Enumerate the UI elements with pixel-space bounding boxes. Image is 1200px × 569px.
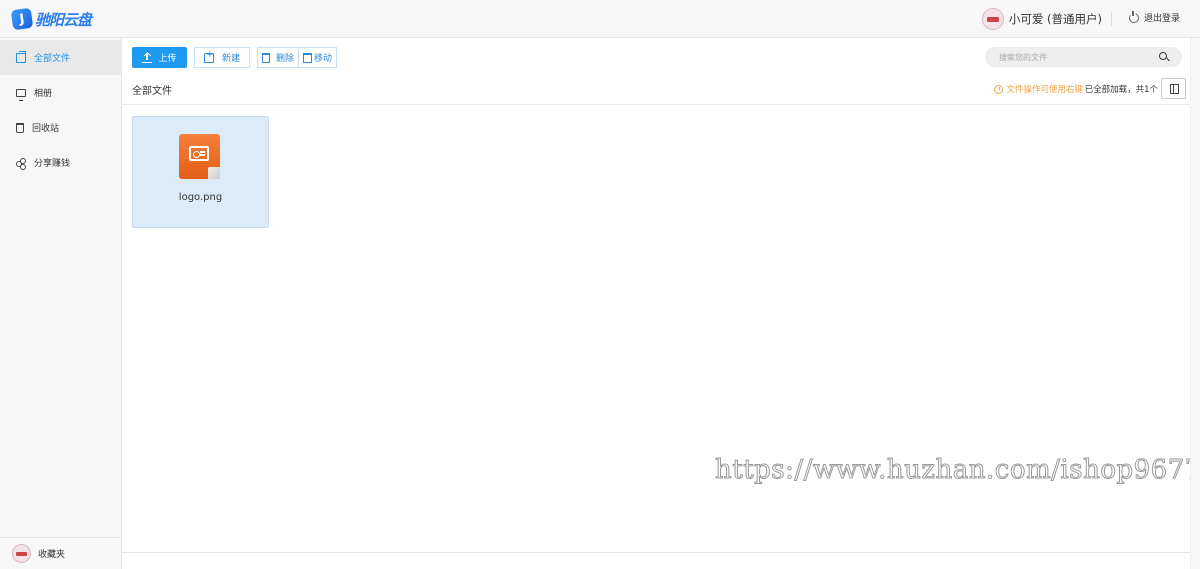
logout-button[interactable]: 退出登录 (1128, 10, 1180, 24)
avatar[interactable] (981, 8, 1004, 30)
view-toggle-button[interactable] (1161, 78, 1186, 99)
power-icon (1128, 10, 1139, 23)
sidebar-item-label: 分享赚钱 (34, 159, 71, 169)
sidebar: 全部文件 相册 回收站 分享赚钱 收藏夹 (0, 38, 122, 569)
file-name: logo.png (178, 192, 223, 203)
app-logo[interactable]: J 驰阳云盘 (10, 7, 92, 31)
logout-label: 退出登录 (1143, 14, 1180, 24)
toolbar: 上传 新建 删除 移动 (132, 47, 338, 68)
search-box (985, 47, 1182, 67)
user-menu[interactable]: 小可爱 (普通用户) (981, 8, 1102, 30)
move-icon (303, 52, 313, 63)
logo-text: 驰阳云盘 (35, 10, 92, 29)
watermark: https://www.huzhan.com/ishop9677 (715, 455, 1200, 486)
sidebar-item-label: 全部文件 (34, 54, 71, 64)
new-label: 新建 (222, 54, 241, 64)
move-label: 移动 (314, 54, 333, 64)
file-action-group: 删除 移动 (257, 47, 338, 68)
user-name[interactable]: 小可爱 (普通用户) (1009, 11, 1102, 27)
sidebar-item-all-files[interactable]: 全部文件 (0, 40, 122, 75)
right-click-hint: 文件操作可使用右键 (994, 83, 1083, 95)
trash-icon (16, 122, 24, 133)
move-button[interactable]: 移动 (299, 47, 338, 68)
footer-divider (122, 552, 1200, 553)
scrollbar[interactable] (1190, 38, 1200, 569)
file-item[interactable]: logo.png (132, 116, 269, 228)
upload-icon (142, 52, 153, 63)
favorites-avatar (12, 544, 31, 563)
upload-button[interactable]: 上传 (132, 47, 187, 68)
search-icon[interactable] (1159, 52, 1167, 60)
favorites-button[interactable]: 收藏夹 (0, 537, 122, 569)
sidebar-item-album[interactable]: 相册 (0, 75, 122, 110)
breadcrumb[interactable]: 全部文件 (132, 82, 172, 97)
sidebar-item-label: 回收站 (32, 124, 60, 134)
favorites-label: 收藏夹 (38, 550, 66, 560)
hint-text: 文件操作可使用右键 (1006, 85, 1083, 95)
delete-icon (262, 52, 270, 63)
new-button[interactable]: 新建 (194, 47, 250, 68)
content-divider (122, 104, 1200, 105)
sidebar-item-recycle-bin[interactable]: 回收站 (0, 110, 122, 145)
share-icon (16, 157, 26, 168)
files-icon (16, 50, 26, 63)
search-input[interactable] (999, 52, 1149, 62)
delete-button[interactable]: 删除 (257, 47, 300, 68)
upload-label: 上传 (158, 54, 177, 64)
monitor-icon (16, 88, 26, 101)
load-status: 已全部加载，共1个 (1084, 85, 1158, 95)
header-divider (1111, 12, 1112, 26)
new-folder-icon (204, 50, 214, 63)
presentation-file-icon (179, 134, 222, 181)
sidebar-item-label: 相册 (34, 89, 53, 99)
delete-label: 删除 (276, 54, 295, 64)
logo-icon: J (10, 7, 34, 31)
sidebar-item-share[interactable]: 分享赚钱 (0, 145, 122, 180)
info-icon (994, 84, 1004, 94)
top-bar: J 驰阳云盘 小可爱 (普通用户) 退出登录 (0, 0, 1200, 38)
